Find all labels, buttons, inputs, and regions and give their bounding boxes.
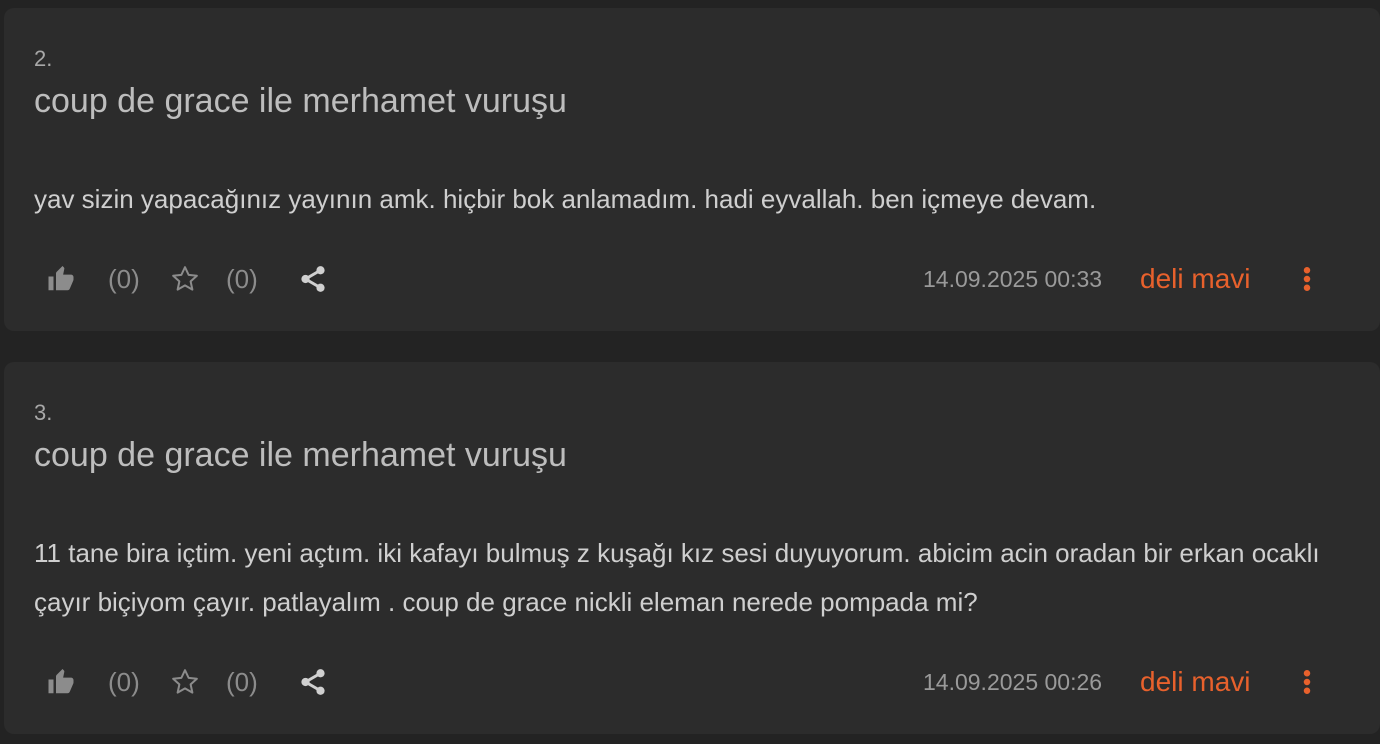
share-button[interactable] [298, 662, 328, 702]
entry-title[interactable]: coup de grace ile merhamet vuruşu [34, 82, 567, 121]
thumbs-up-icon [48, 266, 74, 291]
more-vertical-icon [1303, 670, 1311, 694]
entry-card: 3. coup de grace ile merhamet vuruşu 11 … [4, 362, 1380, 734]
entry-footer: (0) (0) 14.09.2025 00:33 deli mavi [4, 259, 1380, 299]
favorite-button[interactable] [170, 259, 200, 299]
favorite-count: (0) [226, 263, 258, 294]
entry-menu-button[interactable] [1300, 662, 1314, 702]
share-icon [301, 266, 325, 292]
share-icon [301, 669, 325, 695]
entry-date[interactable]: 14.09.2025 00:26 [923, 662, 1102, 702]
share-button[interactable] [298, 259, 328, 299]
entry-number: 3. [34, 400, 53, 425]
like-button[interactable] [46, 662, 76, 702]
entry-content: yav sizin yapacağınız yayının amk. hiçbi… [34, 184, 1097, 214]
entry-title[interactable]: coup de grace ile merhamet vuruşu [34, 436, 567, 475]
star-icon [172, 266, 198, 291]
entry-menu-button[interactable] [1300, 259, 1314, 299]
entry-card: 2. coup de grace ile merhamet vuruşu yav… [4, 8, 1380, 331]
entry-author[interactable]: deli mavi [1140, 662, 1250, 702]
entry-date[interactable]: 14.09.2025 00:33 [923, 259, 1102, 299]
favorite-button[interactable] [170, 662, 200, 702]
like-count: (0) [108, 666, 140, 697]
thumbs-up-icon [48, 669, 74, 694]
star-icon [172, 669, 198, 694]
like-count: (0) [108, 263, 140, 294]
favorite-count: (0) [226, 666, 258, 697]
entry-number: 2. [34, 46, 53, 71]
more-vertical-icon [1303, 267, 1311, 291]
entry-author[interactable]: deli mavi [1140, 259, 1250, 299]
like-button[interactable] [46, 259, 76, 299]
entry-content: 11 tane bira içtim. yeni açtım. iki kafa… [34, 538, 1320, 617]
entry-footer: (0) (0) 14.09.2025 00:26 deli mavi [4, 662, 1380, 702]
